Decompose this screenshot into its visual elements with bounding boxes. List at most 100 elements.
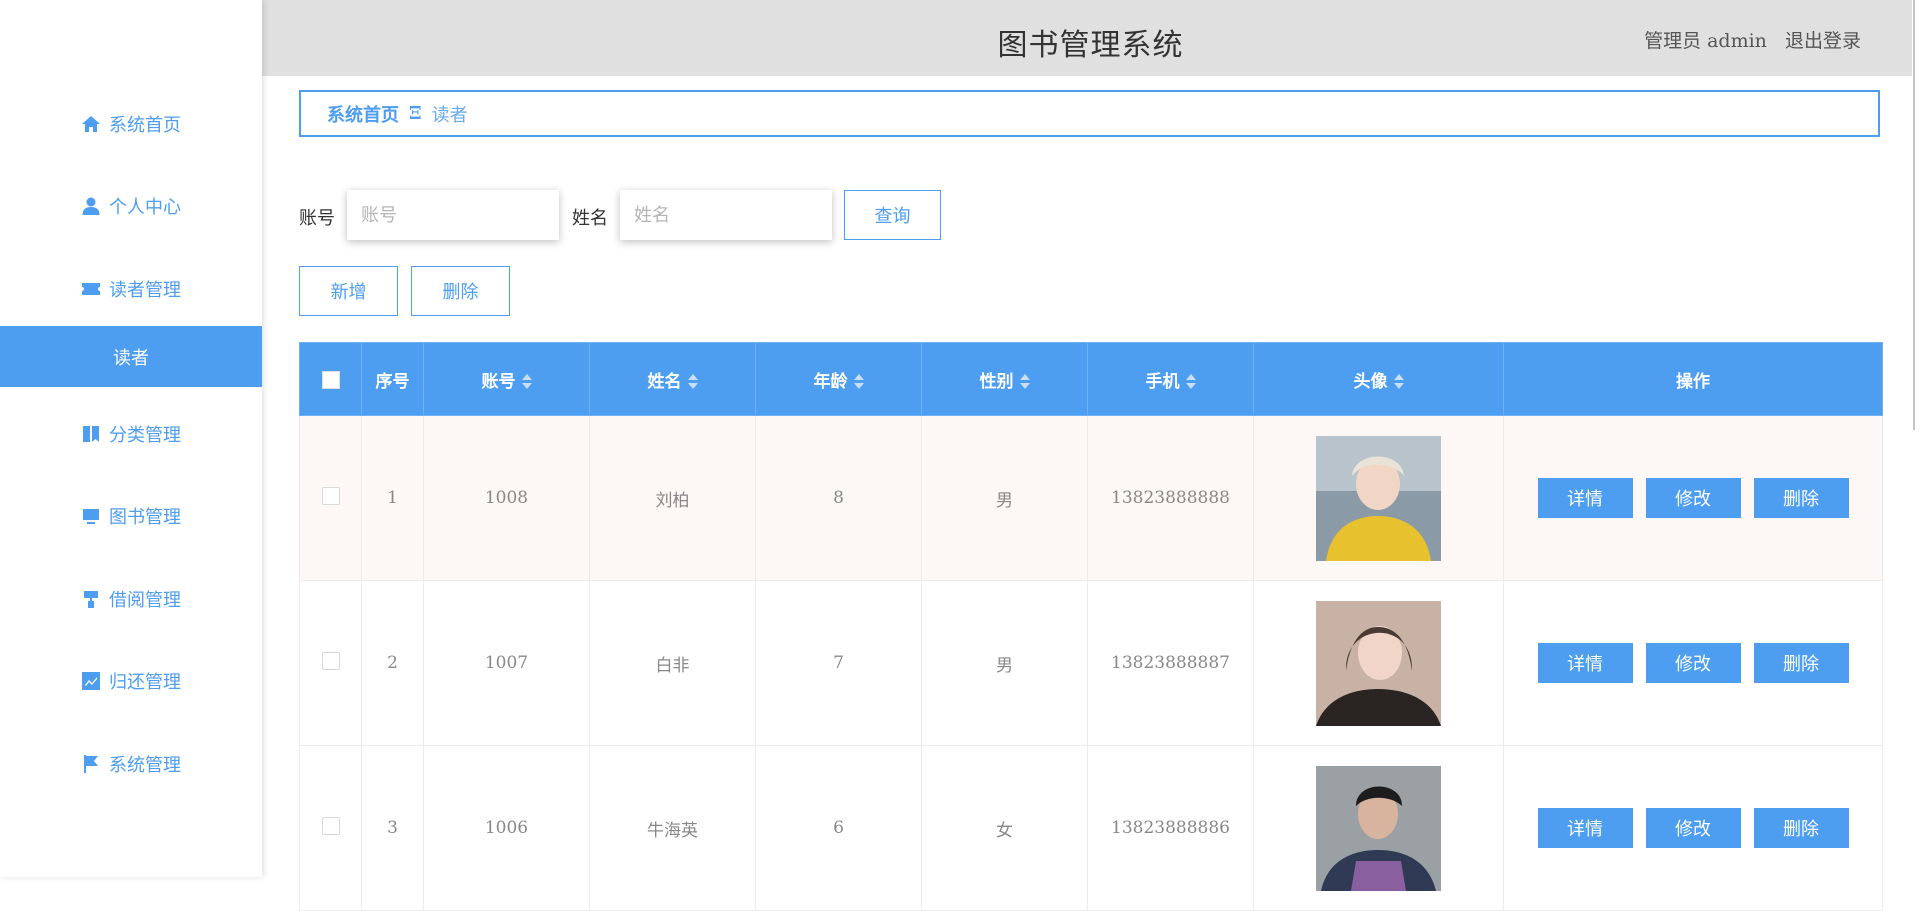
cell-name: 白非 [589, 580, 756, 746]
col-header-account[interactable]: 账号 [423, 342, 590, 416]
sidebar-item-label: 借阅管理 [109, 590, 181, 611]
logout-link[interactable]: 退出登录 [1785, 30, 1861, 52]
cell-age: 7 [755, 580, 922, 746]
detail-button[interactable]: 详情 [1537, 808, 1633, 848]
breadcrumb-separator-icon: Ξ [409, 103, 422, 124]
book-icon [81, 424, 101, 444]
sidebar-item-category-management[interactable]: 分类管理 [0, 414, 262, 454]
account-search-input[interactable] [347, 190, 559, 240]
cell-gender: 男 [921, 415, 1088, 581]
col-header-name[interactable]: 姓名 [589, 342, 756, 416]
header-user-area: 管理员 admin 退出登录 [1632, 26, 1861, 53]
breadcrumb-current: 读者 [431, 104, 468, 126]
table-row[interactable]: 3 1006 牛海英 6 女 13823888886 详情 修改 删除 [299, 745, 1883, 911]
select-all-header[interactable] [299, 342, 362, 416]
delete-button[interactable]: 删除 [1753, 808, 1849, 848]
cell-phone: 13823888888 [1087, 415, 1254, 581]
cell-name: 牛海英 [589, 745, 756, 911]
avatar [1316, 435, 1441, 561]
row-checkbox[interactable] [321, 486, 340, 505]
monitor-icon [81, 506, 101, 526]
sidebar-item-borrow-management[interactable]: 借阅管理 [0, 579, 262, 619]
col-header-index: 序号 [361, 342, 424, 416]
cell-gender: 男 [921, 580, 1088, 746]
sidebar: 系统首页 个人中心 读者管理 读者 分类管理 图书管理 借阅管理 归还管理 系统… [0, 0, 262, 877]
top-header: 图书管理系统 管理员 admin 退出登录 [262, 0, 1919, 76]
col-header-label: 账号 [481, 371, 516, 392]
edit-button[interactable]: 修改 [1645, 808, 1741, 848]
home-icon [81, 114, 101, 134]
col-header-actions: 操作 [1503, 342, 1883, 416]
detail-button[interactable]: 详情 [1537, 643, 1633, 683]
col-header-gender[interactable]: 性别 [921, 342, 1088, 416]
table-header-row: 序号 账号 姓名 年龄 性别 手机 头像 操作 [299, 342, 1883, 416]
delete-button[interactable]: 删除 [1753, 643, 1849, 683]
sidebar-item-system-management[interactable]: 系统管理 [0, 744, 262, 784]
table-row[interactable]: 2 1007 白非 7 男 13823888887 详情 修改 删除 [299, 580, 1883, 746]
cell-index: 1 [361, 415, 424, 581]
row-checkbox[interactable] [321, 651, 340, 670]
avatar [1316, 765, 1441, 891]
cell-account: 1007 [423, 580, 590, 746]
col-header-label: 年龄 [813, 371, 848, 392]
readers-table: 序号 账号 姓名 年龄 性别 手机 头像 操作 1 1008 刘柏 8 男 13… [299, 342, 1883, 911]
batch-delete-button[interactable]: 删除 [411, 266, 510, 316]
flag-icon [81, 754, 101, 774]
sort-icon[interactable] [521, 374, 532, 390]
sort-icon[interactable] [1019, 374, 1030, 390]
sort-icon[interactable] [1393, 374, 1404, 390]
cell-gender: 女 [921, 745, 1088, 911]
sidebar-item-label: 分类管理 [109, 425, 181, 446]
breadcrumb: 系统首页 Ξ 读者 [299, 90, 1880, 137]
account-label: 账号 [299, 208, 335, 229]
sidebar-item-personal-center[interactable]: 个人中心 [0, 186, 262, 226]
sort-icon[interactable] [1185, 374, 1196, 390]
user-icon [81, 196, 101, 216]
sidebar-item-label: 归还管理 [109, 672, 181, 693]
row-checkbox[interactable] [321, 816, 340, 835]
edit-button[interactable]: 修改 [1645, 478, 1741, 518]
table-row[interactable]: 1 1008 刘柏 8 男 13823888888 详情 修改 删除 [299, 415, 1883, 581]
cell-phone: 13823888886 [1087, 745, 1254, 911]
edit-button[interactable]: 修改 [1645, 643, 1741, 683]
col-header-label: 性别 [979, 371, 1014, 392]
sidebar-subitem-reader[interactable]: 读者 [0, 326, 262, 387]
sidebar-item-reader-management[interactable]: 读者管理 [0, 269, 262, 309]
col-header-avatar[interactable]: 头像 [1253, 342, 1504, 416]
name-label: 姓名 [572, 208, 608, 229]
col-header-phone[interactable]: 手机 [1087, 342, 1254, 416]
cell-name: 刘柏 [589, 415, 756, 581]
cell-index: 3 [361, 745, 424, 911]
select-all-checkbox[interactable] [321, 370, 340, 389]
sidebar-item-label: 系统管理 [109, 755, 181, 776]
cell-account: 1008 [423, 415, 590, 581]
paint-roller-icon [81, 589, 101, 609]
delete-button[interactable]: 删除 [1753, 478, 1849, 518]
scrollbar-thumb[interactable] [1913, 0, 1915, 430]
name-search-input[interactable] [620, 190, 832, 240]
add-button[interactable]: 新增 [299, 266, 398, 316]
ticket-icon [81, 279, 101, 299]
col-header-label: 头像 [1353, 371, 1388, 392]
sidebar-item-label: 个人中心 [109, 197, 181, 218]
sidebar-item-label: 读者管理 [109, 280, 181, 301]
sort-icon[interactable] [687, 374, 698, 390]
breadcrumb-home[interactable]: 系统首页 [327, 101, 399, 127]
detail-button[interactable]: 详情 [1537, 478, 1633, 518]
chart-icon [81, 671, 101, 691]
sidebar-subitem-label: 读者 [113, 347, 149, 369]
col-header-label: 姓名 [647, 371, 682, 392]
cell-account: 1006 [423, 745, 590, 911]
sort-icon[interactable] [853, 374, 864, 390]
cell-age: 8 [755, 415, 922, 581]
query-button[interactable]: 查询 [844, 190, 941, 240]
avatar [1316, 600, 1441, 726]
sidebar-item-book-management[interactable]: 图书管理 [0, 496, 262, 536]
sidebar-item-return-management[interactable]: 归还管理 [0, 661, 262, 701]
col-header-label: 手机 [1145, 371, 1180, 392]
cell-index: 2 [361, 580, 424, 746]
sidebar-item-label: 图书管理 [109, 507, 181, 528]
col-header-age[interactable]: 年龄 [755, 342, 922, 416]
sidebar-item-home[interactable]: 系统首页 [0, 104, 262, 144]
sidebar-item-label: 系统首页 [109, 115, 181, 136]
